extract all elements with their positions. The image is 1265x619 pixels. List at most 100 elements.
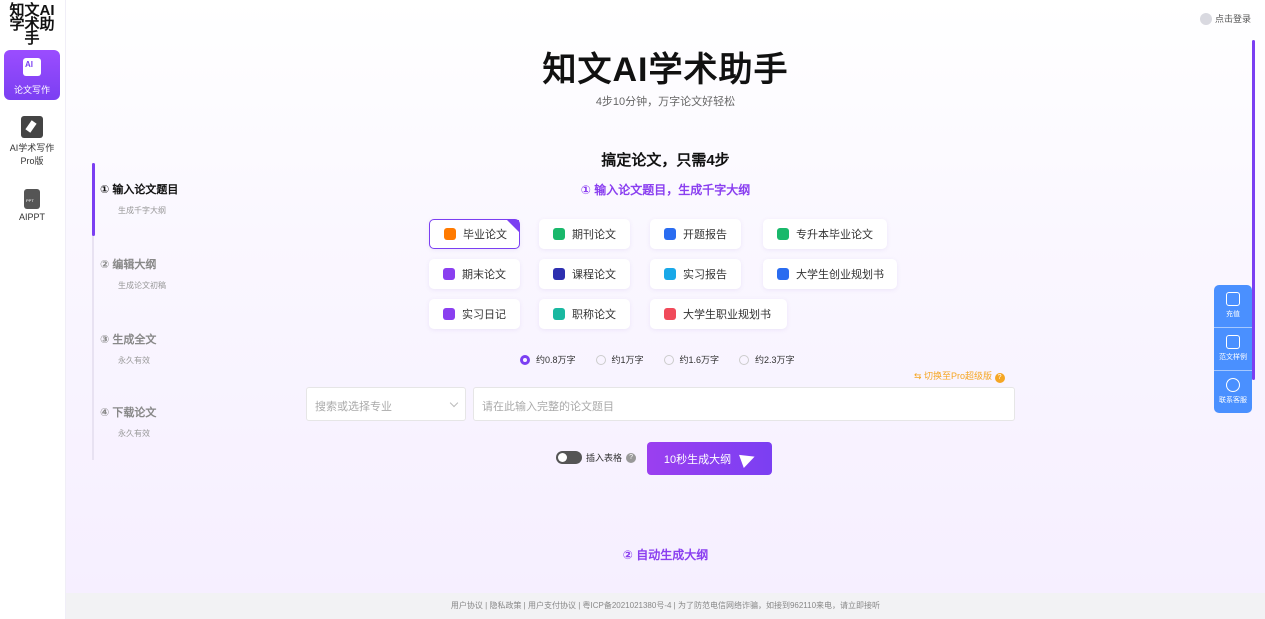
radio-label: 约1.6万字 [679,355,720,365]
send-plane-icon [739,449,758,468]
chip-label: 期刊论文 [572,229,616,241]
generate-label: 10秒生成大纲 [663,453,732,466]
course-paper-icon [553,268,565,280]
ppt-file-icon [24,189,40,209]
scrollbar[interactable] [1252,40,1255,380]
step-sub: 永久有效 [118,356,150,365]
major-placeholder: 搜索或选择专业 [315,401,392,413]
final-paper-icon [443,268,455,280]
main-content: 点击登录 知文AI学术助手 4步10分钟，万字论文好轻松 搞定论文，只需4步 ①… [66,0,1265,593]
sidebar-item-aippt[interactable]: AIPPT [4,189,60,222]
headset-icon [1226,378,1240,392]
ai-write-icon [23,58,41,76]
sidebar-item-paper-writing[interactable]: 论文写作 [4,50,60,100]
float-label: 联系客服 [1219,397,1247,404]
step-title: ① 输入论文题目 [100,184,179,196]
type-chip-journal[interactable]: 期刊论文 [539,219,630,249]
footer: 用户协议 | 隐私政策 | 用户支付协议 | 粤ICP备2021021380号-… [66,593,1265,619]
pro-link-label: ⇆ 切换至Pro超级版 [914,371,993,381]
insert-table-label: 插入表格 [586,453,623,463]
startup-plan-icon [777,268,789,280]
type-chip-upgrade-grad[interactable]: 专升本毕业论文 [763,219,887,249]
help-icon[interactable]: ? [994,373,1005,383]
topic-placeholder: 请在此输入完整的论文题目 [482,401,614,413]
step1-heading: ① 输入论文题目，生成千字大纲 [580,183,751,197]
chip-label: 大学生创业规划书 [796,269,884,281]
chip-label: 毕业论文 [463,229,507,241]
avatar-icon [1199,12,1212,25]
insert-table-toggle[interactable] [556,451,582,464]
radio-circle [663,354,674,365]
chip-label: 期末论文 [462,269,506,281]
chevron-down-icon [449,398,459,408]
radio-word-count-1-6[interactable]: 约1.6万字 [663,353,720,366]
sidebar-item-label: AIPPT [18,212,45,222]
major-select[interactable]: 搜索或选择专业 [306,387,466,421]
step-sub: 永久有效 [118,429,150,438]
graduation-paper-icon [444,228,456,240]
radio-word-count-1[interactable]: 约1万字 [595,353,644,366]
recharge-button[interactable]: 充值 [1214,285,1252,327]
type-chip-title-paper[interactable]: 职称论文 [539,299,630,329]
sidebar-item-label: 论文写作 [13,85,50,95]
topic-input[interactable]: 请在此输入完整的论文题目 [473,387,1015,421]
type-chip-course[interactable]: 课程论文 [539,259,630,289]
type-chip-proposal[interactable]: 开题报告 [650,219,741,249]
type-chip-graduation[interactable]: 毕业论文 [429,219,520,249]
type-chip-internship-report[interactable]: 实习报告 [650,259,741,289]
chip-label: 实习报告 [683,269,727,281]
login-label: 点击登录 [1214,14,1251,24]
radio-word-count-0-8[interactable]: 约0.8万字 [520,353,576,366]
step-title: ③ 生成全文 [100,334,157,346]
word-count-options: 约0.8万字 约1万字 约1.6万字 约2.3万字 [520,353,795,366]
chip-label: 实习日记 [462,309,506,321]
brand-logo: 知文AI学术助手 [9,2,55,47]
radio-label: 约2.3万字 [755,355,795,365]
radio-label: 约0.8万字 [536,355,576,365]
journal-paper-icon [553,228,565,240]
switch-pro-link[interactable]: ⇆ 切换至Pro超级版 ? [914,369,1005,383]
page-subtitle: 4步10分钟，万字论文好轻松 [595,96,736,108]
career-plan-icon [664,308,676,320]
step-1: ① 输入论文题目 生成千字大纲 [100,181,178,216]
floating-toolbar: 充值 范文样例 联系客服 [1214,285,1252,413]
float-label: 充值 [1226,311,1240,318]
radio-word-count-2-3[interactable]: 约2.3万字 [739,353,795,366]
section-title: 搞定论文，只需4步 [601,152,730,169]
step2-heading: ② 自动生成大纲 [622,548,709,562]
upgrade-paper-icon [777,228,789,240]
sidebar-item-label: AI学术写作Pro版 [9,143,55,166]
proposal-report-icon [664,228,676,240]
radio-circle [595,354,606,365]
page-title: 知文AI学术助手 [542,51,789,89]
pen-edit-icon [21,116,43,138]
chip-label: 课程论文 [572,269,616,281]
radio-circle [520,354,530,365]
type-chip-final[interactable]: 期末论文 [429,259,520,289]
step-title: ② 编辑大纲 [100,259,157,271]
internship-report-icon [664,268,676,280]
title-paper-icon [553,308,565,320]
type-chip-career-plan[interactable]: 大学生职业规划书 [650,299,787,329]
internship-diary-icon [443,308,455,320]
sidebar-item-pro[interactable]: AI学术写作Pro版 [4,116,60,167]
help-icon[interactable]: ? [626,452,637,463]
type-chip-internship-diary[interactable]: 实习日记 [429,299,520,329]
chip-label: 开题报告 [683,229,727,241]
steps-panel: ① 输入论文题目 生成千字大纲 ② 编辑大纲 生成论文初稿 ③ 生成全文 永久有… [92,163,202,460]
sidebar: 知文AI学术助手 论文写作 AI学术写作Pro版 AIPPT [0,0,66,619]
step-sub: 生成论文初稿 [118,281,166,290]
insert-table-toggle-group: 插入表格 ? [556,451,637,464]
chip-label: 职称论文 [572,309,616,321]
samples-button[interactable]: 范文样例 [1214,328,1252,370]
step-title: ④ 下载论文 [100,407,157,419]
float-label: 范文样例 [1219,354,1247,361]
type-chip-startup-plan[interactable]: 大学生创业规划书 [763,259,897,289]
document-icon [1226,335,1240,349]
chip-label: 大学生职业规划书 [683,309,771,321]
step-3: ③ 生成全文 永久有效 [100,331,156,366]
step-sub: 生成千字大纲 [118,206,166,215]
login-link[interactable]: 点击登录 [1199,12,1251,25]
contact-support-button[interactable]: 联系客服 [1214,371,1252,413]
generate-outline-button[interactable]: 10秒生成大纲 [647,442,772,475]
